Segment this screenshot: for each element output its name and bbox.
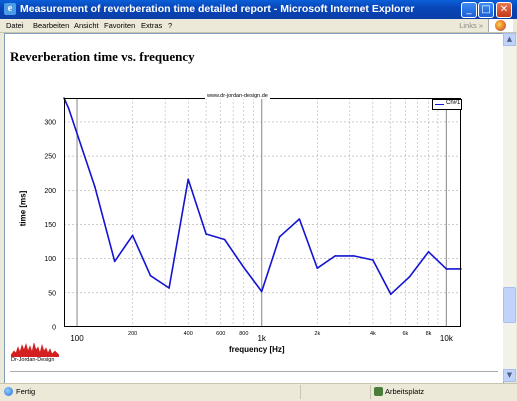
status-text: Fertig [16, 387, 36, 396]
status-separator [370, 385, 371, 399]
chart-legend: Ch#1 [432, 99, 462, 110]
close-button[interactable]: ✕ [496, 2, 512, 18]
y-tick-label: 50 [48, 290, 56, 297]
minimize-button[interactable]: _ [461, 2, 477, 18]
logo-wave-graphic [10, 342, 60, 358]
page-content: Reverberation time vs. frequency 0 50 100 1… [4, 33, 504, 384]
legend-series-label: Ch#1 [446, 100, 461, 106]
menu-bar: Datei Bearbeiten Ansicht Favoriten Extra… [0, 19, 517, 33]
title-bar: e Measurement of reverberation time deta… [0, 0, 517, 19]
security-zone-label: Arbeitsplatz [385, 387, 425, 396]
y-tick-label: 300 [44, 119, 56, 126]
x-minor-tick-label: 6k [403, 331, 409, 337]
menu-bearbeiten[interactable]: Bearbeiten [33, 21, 69, 30]
x-minor-tick-label: 4k [370, 331, 376, 337]
windows-flag-icon [495, 20, 506, 31]
x-minor-tick-label: 400 [184, 331, 193, 337]
menu-ansicht[interactable]: Ansicht [74, 21, 99, 30]
y-tick-label: 100 [44, 256, 56, 263]
menu-datei[interactable]: Datei [6, 21, 24, 30]
status-bar: Fertig Arbeitsplatz [0, 383, 517, 401]
window-title: Measurement of reverberation time detail… [20, 3, 415, 15]
y-tick-label: 0 [52, 325, 56, 332]
scroll-thumb[interactable] [503, 287, 516, 323]
x-minor-tick-label: 800 [239, 331, 248, 337]
vertical-scrollbar[interactable]: ▲ ▼ [503, 33, 516, 382]
computer-zone-icon [374, 387, 383, 396]
chart-source-label: www.dr-jordan-design.de [205, 93, 270, 99]
chevron-right-icon: » [478, 21, 483, 30]
y-tick-label: 150 [44, 222, 56, 229]
logo-text: Dr-Jordan-Design [11, 357, 55, 363]
footer-divider [10, 371, 498, 372]
y-tick-label: 250 [44, 154, 56, 161]
menu-extras[interactable]: Extras [141, 21, 162, 30]
x-major-tick-label: 100 [70, 334, 84, 343]
internet-explorer-icon: e [4, 3, 16, 15]
maximize-button[interactable]: □ [478, 2, 494, 18]
windows-logo-box [488, 19, 513, 32]
scroll-down-button[interactable]: ▼ [503, 369, 516, 382]
scroll-up-button[interactable]: ▲ [503, 33, 516, 46]
x-minor-tick-label: 2k [314, 331, 320, 337]
x-minor-tick-label: 600 [216, 331, 225, 337]
x-major-tick-label: 1k [257, 334, 266, 343]
links-toolbar[interactable]: Links » [459, 21, 483, 30]
menu-help[interactable]: ? [168, 21, 172, 30]
status-separator [300, 385, 301, 399]
links-label: Links [459, 21, 477, 30]
legend-line-swatch [435, 104, 444, 105]
page-status-icon [4, 387, 13, 396]
x-axis-label: frequency [Hz] [229, 345, 285, 354]
y-axis-label: time [ms] [18, 190, 28, 227]
dr-jordan-design-logo: Dr-Jordan-Design [10, 341, 60, 365]
y-tick-label: 200 [44, 188, 56, 195]
plot-area [64, 98, 461, 327]
x-major-tick-label: 10k [440, 334, 454, 343]
x-minor-tick-label: 8k [426, 331, 432, 337]
x-minor-tick-label: 200 [128, 331, 137, 337]
menu-favoriten[interactable]: Favoriten [104, 21, 135, 30]
